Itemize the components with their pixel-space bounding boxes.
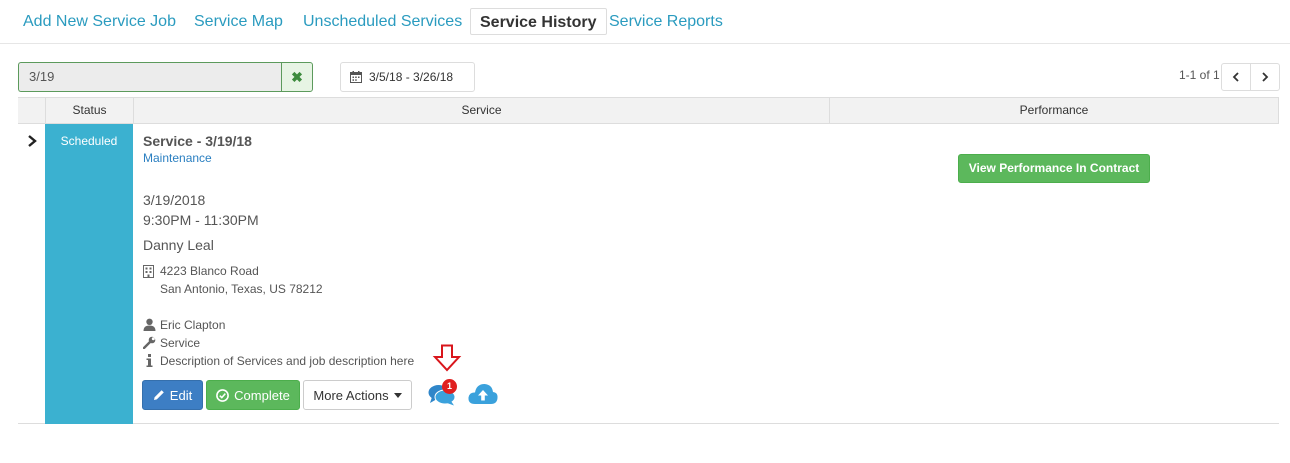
technician-name: Eric Clapton: [160, 318, 226, 332]
service-title: Service - 3/19/18: [143, 133, 252, 149]
pager-status: 1-1 of 1: [1179, 68, 1220, 82]
address-line-2: San Antonio, Texas, US 78212: [160, 282, 323, 296]
service-column-header[interactable]: Service: [133, 98, 829, 123]
chevron-right-icon: [1262, 72, 1269, 82]
service-type-link[interactable]: Maintenance: [143, 151, 212, 165]
chevron-right-icon[interactable]: [25, 134, 39, 148]
job-type: Service: [160, 336, 201, 350]
wrench-icon: [143, 336, 156, 349]
pencil-icon: [153, 390, 164, 400]
next-page-button[interactable]: [1250, 63, 1280, 91]
previous-page-button[interactable]: [1221, 63, 1251, 91]
edit-button[interactable]: Edit: [142, 380, 203, 410]
tab-add-new-service-job[interactable]: Add New Service Job: [23, 8, 176, 35]
tab-service-history[interactable]: Service History: [470, 8, 607, 35]
edit-button-label: Edit: [169, 387, 193, 403]
top-nav: Add New Service Job Service Map Unschedu…: [0, 0, 1290, 44]
cloud-upload-icon[interactable]: [468, 382, 498, 406]
date-range-picker[interactable]: 3/5/18 - 3/26/18: [340, 62, 475, 92]
table-header: Status Service Performance: [18, 97, 1279, 124]
chevron-left-icon: [1232, 72, 1239, 82]
tab-service-map[interactable]: Service Map: [194, 8, 283, 35]
close-icon: ✖: [291, 68, 303, 85]
performance-column-header[interactable]: Performance: [829, 98, 1279, 123]
caret-down-icon: [393, 392, 402, 398]
chat-badge: 1: [442, 379, 457, 394]
expand-column-header: [18, 98, 45, 123]
complete-button-label: Complete: [234, 387, 290, 403]
service-date: 3/19/2018: [143, 192, 206, 208]
arrow-down-icon: [432, 344, 462, 372]
customer-name: Danny Leal: [143, 237, 214, 253]
search-input[interactable]: 3/19: [18, 62, 282, 92]
status-label: Scheduled: [60, 134, 118, 148]
complete-button[interactable]: Complete: [206, 380, 300, 410]
date-range-label: 3/5/18 - 3/26/18: [369, 70, 454, 84]
status-badge: Scheduled: [45, 124, 133, 424]
view-performance-button[interactable]: View Performance In Contract: [958, 154, 1150, 183]
building-icon: [143, 265, 154, 278]
calendar-icon: [350, 71, 362, 83]
address-line-1: 4223 Blanco Road: [160, 264, 259, 278]
table-row: Scheduled Service - 3/19/18 Maintenance …: [18, 124, 1279, 424]
tab-service-reports[interactable]: Service Reports: [609, 8, 723, 35]
clear-search-button[interactable]: ✖: [281, 62, 313, 92]
check-circle-icon: [216, 388, 230, 402]
job-description: Description of Services and job descript…: [160, 354, 415, 368]
user-icon: [143, 318, 156, 331]
tab-unscheduled-services[interactable]: Unscheduled Services: [303, 8, 462, 35]
more-actions-label: More Actions: [313, 387, 389, 403]
status-column-header[interactable]: Status: [45, 98, 133, 123]
service-time: 9:30PM - 11:30PM: [143, 212, 259, 228]
more-actions-dropdown[interactable]: More Actions: [303, 380, 412, 410]
info-icon: [146, 354, 153, 367]
